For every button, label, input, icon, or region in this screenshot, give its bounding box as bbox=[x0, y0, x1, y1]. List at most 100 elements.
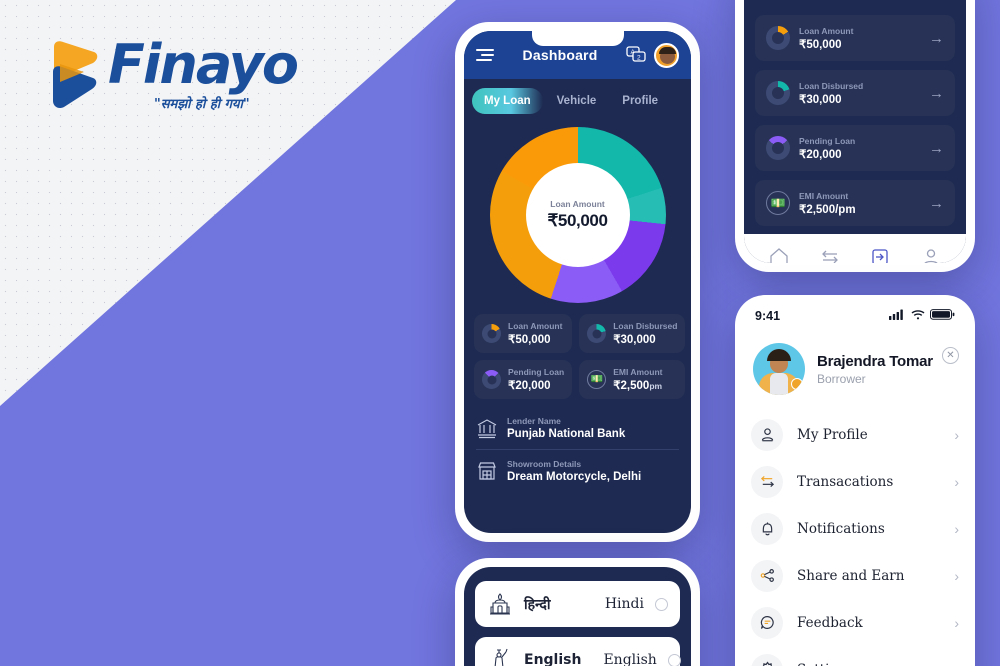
person-icon[interactable] bbox=[920, 246, 942, 263]
user-avatar[interactable] bbox=[753, 343, 805, 395]
chevron-right-icon: › bbox=[954, 426, 959, 443]
status-bar: 9:41 bbox=[735, 295, 975, 329]
profile-header: Brajendra Tomar Borrower ✕ bbox=[735, 329, 975, 407]
page-title: Dashboard bbox=[522, 47, 598, 63]
tab-my-loan[interactable]: My Loan bbox=[472, 88, 543, 114]
user-avatar[interactable] bbox=[654, 42, 679, 68]
brand-tagline: "समझो हो ही गया" bbox=[154, 97, 250, 112]
donut-ring-purple-icon bbox=[482, 370, 501, 389]
svg-text:2: 2 bbox=[637, 55, 641, 62]
loan-row-emi-amount[interactable]: 💵 EMI Amount ₹2,500/pm → bbox=[755, 180, 955, 226]
translate-icon[interactable]: A 2 bbox=[626, 46, 646, 64]
dashboard-tabs: My Loan Vehicle Profile bbox=[464, 79, 691, 120]
dashboard-phone-mockup: Dashboard A 2 My Loan Vehicle Profile bbox=[455, 22, 700, 542]
loan-row-label: EMI Amount bbox=[799, 190, 849, 201]
loan-list-body: Loan Amount ₹50,000 → Loan Disbursed ₹30… bbox=[744, 0, 966, 234]
gear-icon bbox=[751, 653, 783, 666]
loan-donut-chart: Loan Amount ₹50,000 bbox=[489, 127, 666, 303]
loan-donut-chart-area: Loan Amount ₹50,000 bbox=[464, 120, 691, 310]
language-option-hindi[interactable]: हिन्दी Hindi bbox=[475, 581, 680, 627]
stat-card-loan-disbursed[interactable]: Loan Disbursed ₹30,000 bbox=[579, 314, 686, 353]
menu-item-my-profile[interactable]: My Profile › bbox=[751, 411, 959, 458]
arrow-right-icon[interactable]: → bbox=[929, 85, 944, 102]
language-native-label: हिन्दी bbox=[524, 596, 551, 613]
stat-card-pending-loan[interactable]: Pending Loan ₹20,000 bbox=[474, 360, 573, 399]
donut-center-title: Loan Amount bbox=[550, 199, 605, 209]
brand-text: Finayo "समझो हो ही गया" bbox=[108, 38, 299, 113]
arrow-right-icon[interactable]: → bbox=[929, 140, 944, 157]
loan-row-label: Pending Loan bbox=[799, 135, 856, 146]
loan-row-label: Loan Disbursed bbox=[799, 80, 864, 91]
loan-row-value: ₹20,000 bbox=[799, 148, 842, 161]
loan-row-loan-amount[interactable]: Loan Amount ₹50,000 → bbox=[755, 15, 955, 61]
stat-value: ₹50,000 bbox=[508, 334, 551, 346]
bell-icon bbox=[751, 512, 783, 545]
money-icon: 💵 bbox=[766, 191, 790, 215]
menu-item-feedback[interactable]: Feedback › bbox=[751, 599, 959, 646]
language-radio-hindi[interactable] bbox=[655, 597, 668, 611]
loan-list-phone-mockup: Loan Amount ₹50,000 → Loan Disbursed ₹30… bbox=[735, 0, 975, 272]
menu-item-label: Notifications bbox=[797, 520, 885, 537]
detail-row-lender[interactable]: Lender Name Punjab National Bank bbox=[476, 407, 679, 449]
logout-box-icon[interactable] bbox=[869, 246, 891, 263]
stat-value: ₹30,000 bbox=[613, 334, 656, 346]
stat-card-emi-amount[interactable]: 💵 EMI Amount ₹2,500pm bbox=[579, 360, 686, 399]
profile-user-name: Brajendra Tomar bbox=[817, 352, 933, 370]
stat-value: ₹20,000 bbox=[508, 380, 551, 392]
battery-icon bbox=[930, 307, 955, 325]
menu-item-label: Share and Earn bbox=[797, 567, 905, 584]
shop-icon bbox=[476, 460, 498, 482]
taj-mahal-icon bbox=[487, 591, 513, 617]
loan-row-value: ₹50,000 bbox=[799, 38, 842, 51]
hamburger-icon[interactable] bbox=[476, 48, 494, 62]
loan-row-label: Loan Amount bbox=[799, 25, 854, 36]
loan-row-loan-disbursed[interactable]: Loan Disbursed ₹30,000 → bbox=[755, 70, 955, 116]
chevron-right-icon: › bbox=[954, 567, 959, 584]
wifi-icon bbox=[911, 307, 925, 325]
language-option-english[interactable]: English English bbox=[475, 637, 681, 666]
language-english-label: Hindi bbox=[604, 596, 644, 612]
arrow-right-icon[interactable]: → bbox=[929, 195, 944, 212]
menu-item-label: Settings bbox=[797, 662, 940, 666]
detail-label: Lender Name bbox=[507, 416, 561, 426]
donut-ring-teal-icon bbox=[766, 81, 790, 105]
language-radio-english[interactable] bbox=[667, 653, 681, 666]
menu-item-settings[interactable]: Settings › bbox=[751, 646, 959, 666]
donut-ring-orange-icon bbox=[766, 26, 790, 50]
person-icon bbox=[751, 418, 783, 451]
stat-card-loan-amount[interactable]: Loan Amount ₹50,000 bbox=[474, 314, 573, 353]
language-phone-mockup: हिन्दी Hindi English English bbox=[455, 558, 700, 666]
menu-item-transactions[interactable]: Transacations › bbox=[751, 458, 959, 505]
detail-value: Dream Motorcycle, Delhi bbox=[507, 471, 642, 483]
stat-label: Pending Loan bbox=[508, 367, 565, 377]
donut-ring-teal-icon bbox=[587, 324, 607, 343]
loan-row-value: ₹30,000 bbox=[799, 93, 842, 106]
finayo-leaf-logo-icon bbox=[44, 39, 102, 111]
liberty-icon bbox=[487, 647, 513, 666]
language-english-label: English bbox=[603, 652, 657, 666]
tab-profile[interactable]: Profile bbox=[610, 88, 670, 114]
loan-list-screen: Loan Amount ₹50,000 → Loan Disbursed ₹30… bbox=[744, 0, 966, 263]
detail-value: Punjab National Bank bbox=[507, 428, 626, 440]
bank-icon bbox=[476, 417, 498, 439]
arrow-right-icon[interactable]: → bbox=[929, 30, 944, 47]
donut-ring-orange-icon bbox=[482, 324, 501, 343]
profile-menu-list: My Profile › Transacations › Notificatio… bbox=[735, 407, 975, 666]
phone-notch bbox=[531, 31, 624, 46]
detail-label: Showroom Details bbox=[507, 459, 582, 469]
loan-row-pending-loan[interactable]: Pending Loan ₹20,000 → bbox=[755, 125, 955, 171]
tab-vehicle[interactable]: Vehicle bbox=[545, 88, 609, 114]
home-icon[interactable] bbox=[768, 246, 790, 263]
bottom-navigation-bar bbox=[744, 234, 966, 263]
menu-item-notifications[interactable]: Notifications › bbox=[751, 505, 959, 552]
chevron-right-icon: › bbox=[954, 662, 959, 666]
close-circle-icon[interactable]: ✕ bbox=[942, 347, 959, 364]
menu-item-share-and-earn[interactable]: Share and Earn › bbox=[751, 552, 959, 599]
loan-row-value: ₹2,500/pm bbox=[799, 203, 856, 216]
money-icon: 💵 bbox=[587, 370, 607, 389]
transfer-icon bbox=[751, 465, 783, 498]
transfer-icon[interactable] bbox=[819, 246, 841, 263]
stat-label: Loan Amount bbox=[508, 321, 563, 331]
detail-row-showroom[interactable]: Showroom Details Dream Motorcycle, Delhi bbox=[476, 449, 679, 492]
donut-center-value: ₹50,000 bbox=[547, 211, 608, 230]
